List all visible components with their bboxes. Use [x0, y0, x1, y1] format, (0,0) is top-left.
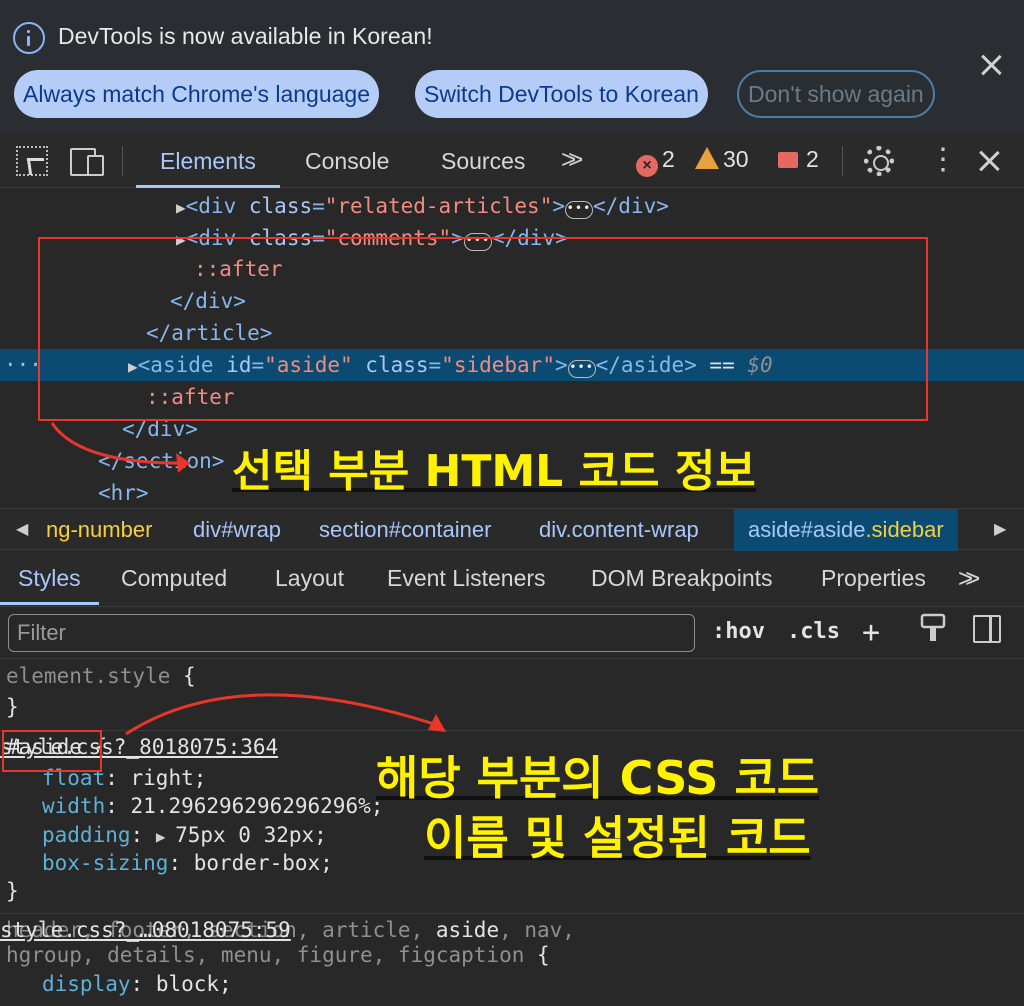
- css-prop-width[interactable]: width: 21.296296296296296%;: [42, 792, 383, 821]
- toggle-sidebar-icon[interactable]: [973, 615, 1001, 643]
- notification-message: DevTools is now available in Korean!: [58, 23, 433, 49]
- expand-shorthand-icon[interactable]: ▶: [156, 827, 175, 846]
- styles-pane: element.style { } #aside { style.css?_80…: [0, 660, 1024, 1006]
- collapsed-content-icon[interactable]: •••: [565, 201, 593, 219]
- tab-console[interactable]: Console: [305, 134, 389, 188]
- node-actions-icon[interactable]: ···: [4, 349, 42, 381]
- issues-icon: [778, 152, 798, 168]
- annotation-css-label-1: 해당 부분의 CSS 코드: [376, 751, 820, 805]
- breadcrumb: ◀ ng-number div#wrap section#container d…: [0, 508, 1024, 551]
- styles-filter-bar: :hov .cls +: [0, 607, 1024, 659]
- filter-input[interactable]: [8, 614, 695, 652]
- dont-show-again-button[interactable]: Don't show again: [737, 70, 935, 118]
- inspect-element-icon[interactable]: [16, 146, 48, 176]
- dom-tree: ▶<div class="related-articles"> •••</div>…: [0, 189, 1024, 508]
- tab-styles[interactable]: Styles: [0, 551, 99, 605]
- info-icon: [13, 22, 45, 54]
- settings-gear-icon[interactable]: [864, 146, 894, 176]
- breadcrumb-item-aside-selected[interactable]: aside#aside.sidebar: [734, 509, 958, 551]
- new-style-rule-icon[interactable]: +: [862, 615, 880, 650]
- annotation-html-label: 선택 부분 HTML 코드 정보: [232, 446, 756, 497]
- breadcrumb-scroll-right-icon[interactable]: ▶: [994, 509, 1006, 551]
- css-prop-display[interactable]: display: block;: [42, 970, 232, 999]
- always-match-language-button[interactable]: Always match Chrome's language: [14, 70, 379, 118]
- toolbar-divider: [842, 146, 843, 176]
- styles-subtabs: Styles Computed Layout Event Listeners D…: [0, 551, 1024, 607]
- rule-block-elements-selector-2[interactable]: hgroup, details, menu, figure, figcaptio…: [6, 941, 550, 970]
- tab-computed[interactable]: Computed: [121, 551, 227, 605]
- rendering-paint-icon[interactable]: [920, 613, 946, 643]
- class-toggle-button[interactable]: .cls: [787, 619, 840, 644]
- breadcrumb-scroll-left-icon[interactable]: ◀: [16, 509, 28, 551]
- tab-elements[interactable]: Elements: [136, 134, 280, 188]
- error-icon: ×: [636, 155, 658, 177]
- expand-arrow-icon[interactable]: ▶: [0, 198, 186, 217]
- tab-dom-breakpoints[interactable]: DOM Breakpoints: [591, 551, 773, 605]
- tab-event-listeners[interactable]: Event Listeners: [387, 551, 546, 605]
- dom-node-related-articles[interactable]: ▶<div class="related-articles"> •••</div>: [0, 190, 1024, 222]
- annotation-css-label-2: 이름 및 설정된 코드: [424, 811, 811, 865]
- rule-divider: [0, 913, 1024, 914]
- annotation-arrow-icon: [50, 422, 191, 473]
- warning-icon: [695, 147, 719, 169]
- rule-close-brace: }: [6, 879, 19, 903]
- language-notification-bar: DevTools is now available in Korean! Alw…: [0, 0, 1024, 134]
- breadcrumb-item-content-wrap[interactable]: div.content-wrap: [539, 509, 699, 551]
- more-tabs-icon[interactable]: >>: [561, 144, 584, 175]
- annotation-arrow-icon: [125, 693, 446, 736]
- tab-properties[interactable]: Properties: [821, 551, 926, 605]
- toolbar-divider: [122, 146, 123, 176]
- css-prop-padding[interactable]: padding: ▶ 75px 0 32px;: [42, 821, 327, 850]
- hover-state-button[interactable]: :hov: [712, 619, 765, 644]
- more-subtabs-icon[interactable]: >>: [958, 551, 981, 605]
- error-count[interactable]: × 2: [636, 146, 675, 177]
- breadcrumb-item-container[interactable]: section#container: [319, 509, 491, 551]
- close-devtools-icon[interactable]: [974, 146, 1006, 176]
- more-options-icon[interactable]: [928, 142, 958, 177]
- breadcrumb-item-wrap[interactable]: div#wrap: [193, 509, 281, 551]
- highlight-box: [38, 237, 928, 421]
- highlight-box-selector: [2, 730, 102, 772]
- close-notification-icon[interactable]: [976, 50, 1006, 80]
- warning-count[interactable]: 30: [695, 146, 749, 173]
- devtools-toolbar: Elements Console Sources >> × 2 30 2: [0, 134, 1024, 188]
- tab-sources[interactable]: Sources: [441, 134, 525, 188]
- tab-layout[interactable]: Layout: [275, 551, 344, 605]
- issues-count[interactable]: 2: [778, 146, 819, 173]
- device-toolbar-icon[interactable]: [70, 146, 104, 176]
- switch-to-korean-button[interactable]: Switch DevTools to Korean: [415, 70, 708, 118]
- css-prop-box-sizing[interactable]: box-sizing: border-box;: [42, 849, 333, 878]
- breadcrumb-item[interactable]: ng-number: [46, 509, 152, 551]
- rule-close-brace: }: [6, 695, 19, 719]
